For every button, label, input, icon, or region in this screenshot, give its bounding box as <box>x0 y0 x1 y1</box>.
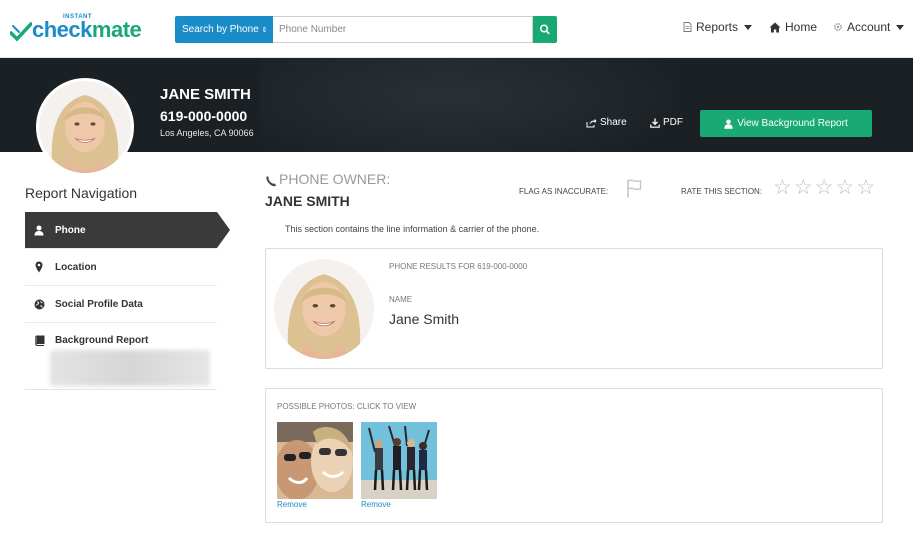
logo-wordmark: checkmate <box>32 17 142 42</box>
share-button[interactable]: Share <box>586 117 627 128</box>
possible-photos-label: POSSIBLE PHOTOS: CLICK TO VIEW <box>277 402 417 411</box>
chevron-down-icon <box>744 24 753 30</box>
phone-search-input[interactable] <box>273 16 533 43</box>
rating-stars: ☆ ☆ ☆ ☆ ☆ <box>773 177 875 198</box>
profile-location: Los Angeles, CA 90066 <box>160 128 254 138</box>
phone-owner-label: PHONE OWNER: <box>265 171 390 187</box>
download-icon <box>650 118 660 128</box>
possible-photos-card: POSSIBLE PHOTOS: CLICK TO VIEW Remove Re… <box>265 388 883 523</box>
checkmate-logo[interactable]: INSTANT checkmate <box>10 12 150 44</box>
report-navigation-title: Report Navigation <box>25 185 138 201</box>
star-icon[interactable]: ☆ <box>815 177 834 198</box>
star-icon[interactable]: ☆ <box>835 177 854 198</box>
star-icon[interactable]: ☆ <box>773 177 792 198</box>
user-icon <box>724 119 733 129</box>
blurred-content <box>50 350 210 386</box>
star-icon[interactable]: ☆ <box>794 177 813 198</box>
profile-hero: JANE SMITH 619-000-0000 Los Angeles, CA … <box>0 58 913 152</box>
chevron-down-icon <box>896 24 905 30</box>
flag-inaccurate-label: FLAG AS INACCURATE: <box>519 187 609 196</box>
phone-results-label: PHONE RESULTS FOR 619-000-0000 <box>389 262 528 271</box>
profile-name: JANE SMITH <box>160 86 251 103</box>
phone-results-card: PHONE RESULTS FOR 619-000-0000 NAME Jane… <box>265 248 883 369</box>
nav-home[interactable]: Home <box>769 20 817 34</box>
woman-portrait-image <box>274 259 374 359</box>
share-icon <box>586 118 597 127</box>
phone-icon <box>266 176 277 187</box>
star-icon[interactable]: ☆ <box>856 177 875 198</box>
owner-avatar <box>274 259 374 359</box>
home-icon <box>769 22 781 32</box>
search-type-select[interactable]: Search by Phone ⇕ <box>175 16 273 43</box>
sidebar-item-social-profile-data[interactable]: Social Profile Data <box>25 286 217 323</box>
pdf-button[interactable]: PDF <box>650 117 683 128</box>
remove-photo-link[interactable]: Remove <box>361 500 391 509</box>
nav-reports[interactable]: Reports <box>683 20 753 34</box>
user-icon <box>33 224 45 236</box>
flag-icon[interactable] <box>626 179 642 198</box>
book-icon <box>33 334 45 346</box>
section-description: This section contains the line informati… <box>285 224 540 234</box>
globe-icon <box>33 298 45 310</box>
search-button[interactable] <box>533 16 557 43</box>
search-icon <box>539 24 550 35</box>
map-pin-icon <box>33 261 45 273</box>
document-icon <box>683 22 692 32</box>
photo-thumbnail[interactable] <box>361 422 437 499</box>
name-value: Jane Smith <box>389 311 460 327</box>
nav-account[interactable]: Account <box>833 20 905 34</box>
logo-check-icon <box>10 22 32 42</box>
profile-avatar <box>36 78 134 176</box>
phone-owner-name: JANE SMITH <box>265 193 350 209</box>
top-bar: INSTANT checkmate Search by Phone ⇕ Repo… <box>0 0 913 58</box>
remove-photo-link[interactable]: Remove <box>277 500 307 509</box>
map-background <box>260 58 680 152</box>
view-background-report-button[interactable]: View Background Report <box>700 110 872 137</box>
sidebar-item-location[interactable]: Location <box>25 249 217 286</box>
photo-thumbnail[interactable] <box>277 422 353 499</box>
gear-icon <box>834 23 842 31</box>
sidebar-item-phone[interactable]: Phone <box>25 212 230 249</box>
rate-section-label: RATE THIS SECTION: <box>681 187 763 196</box>
name-label: NAME <box>389 295 413 304</box>
sidebar-divider <box>25 389 217 390</box>
profile-phone: 619-000-0000 <box>160 108 248 124</box>
woman-portrait-image <box>39 81 131 173</box>
